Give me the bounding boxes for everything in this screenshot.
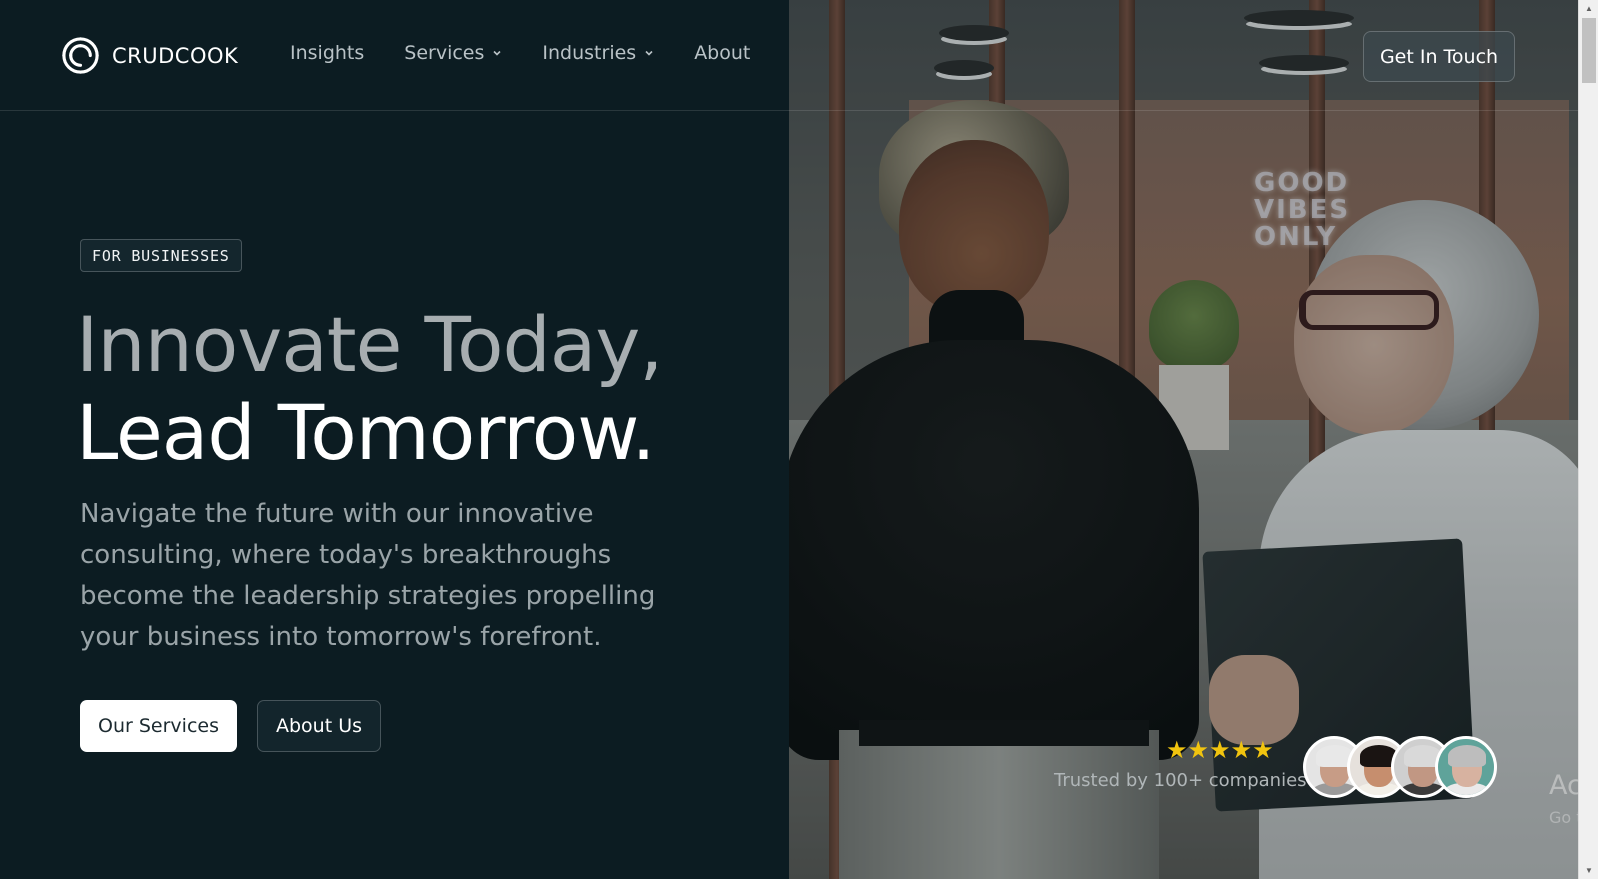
get-in-touch-button[interactable]: Get In Touch — [1363, 31, 1515, 82]
nav-item-label: Industries — [542, 42, 637, 64]
trust-text: Trusted by 100+ companies — [1054, 770, 1307, 791]
swirl-logo-icon — [62, 37, 99, 74]
activate-windows-subtitle: Go to Settings to activate Windows. — [1549, 808, 1578, 827]
nav-item-label: Services — [404, 42, 485, 64]
avatar — [1435, 736, 1497, 798]
scroll-up-arrow-icon[interactable]: ▲ — [1579, 0, 1598, 17]
activate-windows-title: Activate Windows — [1549, 770, 1578, 801]
about-us-button[interactable]: About Us — [257, 700, 381, 752]
headline-line-1: Innovate Today, — [76, 300, 663, 389]
page-viewport: GOOD VIBES ONLY CRUDCOOK Insights Servic… — [0, 0, 1578, 879]
vertical-scrollbar[interactable]: ▲ ▼ — [1578, 0, 1598, 879]
nav-item-label: Insights — [290, 42, 365, 64]
main-nav: Insights Services Industries About — [290, 42, 750, 64]
brand-name: CRUDCOOK — [112, 43, 239, 68]
hero-subtext: Navigate the future with our innovative … — [80, 499, 656, 652]
nav-item-about[interactable]: About — [694, 42, 750, 64]
scroll-down-arrow-icon[interactable]: ▼ — [1579, 862, 1598, 879]
customer-avatars — [1303, 736, 1497, 798]
chevron-down-icon — [493, 50, 501, 56]
headline-line-2: Lead Tomorrow. — [76, 388, 656, 477]
audience-badge: FOR BUSINESSES — [80, 239, 242, 272]
our-services-button[interactable]: Our Services — [80, 700, 237, 752]
brand-logo[interactable]: CRUDCOOK — [59, 34, 238, 77]
site-header: CRUDCOOK Insights Services Industries Ab… — [0, 0, 1578, 111]
scrollbar-thumb[interactable] — [1582, 18, 1596, 83]
chevron-down-icon — [645, 50, 653, 56]
rating-stars: ★★★★★ — [1166, 737, 1274, 764]
nav-item-insights[interactable]: Insights — [290, 42, 364, 64]
nav-item-services[interactable]: Services — [404, 42, 502, 64]
nav-item-label: About — [694, 42, 751, 64]
avatar-hair — [1448, 745, 1486, 767]
nav-item-industries[interactable]: Industries — [542, 42, 654, 64]
